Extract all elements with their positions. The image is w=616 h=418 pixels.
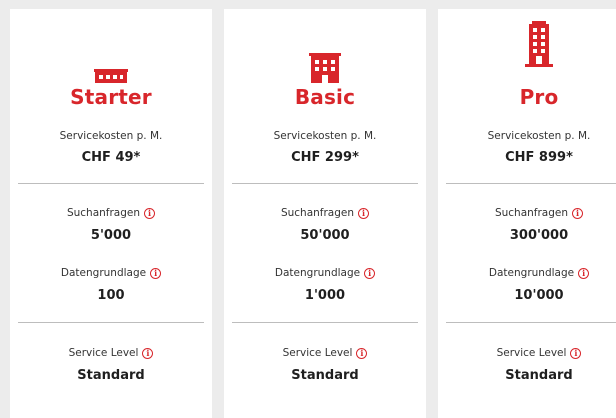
search-label: Suchanfragen i [224,207,426,219]
info-icon[interactable]: i [358,207,370,219]
data-label-text: Datengrundlage [274,267,361,279]
search-value: 50'000 [300,228,350,243]
service-label: Service Level i [10,347,212,359]
info-icon[interactable]: i [364,267,376,279]
plan-card-starter: Starter Servicekosten p. M. CHF 49* Such… [10,9,212,418]
search-label-text: Suchanfragen [280,207,355,219]
service-value: Standard [291,368,359,383]
info-icon[interactable]: i [572,207,584,219]
search-label-text: Suchanfragen [66,207,141,219]
cost-value: CHF 899* [505,150,573,165]
cost-label: Servicekosten p. M. [438,130,616,142]
tall-building-icon [438,21,616,67]
plan-name: Basic [294,85,356,109]
data-value: 10'000 [514,288,564,303]
service-label-text: Service Level [282,347,353,359]
cost-label-text: Servicekosten p. M. [273,130,377,142]
data-label-text: Datengrundlage [60,267,147,279]
data-label: Datengrundlage i [438,267,616,279]
info-icon[interactable]: i [144,207,156,219]
search-value: 300'000 [509,228,569,243]
service-label: Service Level i [438,347,616,359]
service-label-text: Service Level [68,347,139,359]
cost-label: Servicekosten p. M. [224,130,426,142]
medium-building-icon [224,43,426,83]
cost-label: Servicekosten p. M. [10,130,212,142]
search-label: Suchanfragen i [10,207,212,219]
plan-name: Pro [519,85,559,109]
plan-card-pro: Pro Servicekosten p. M. CHF 899* Suchanf… [438,9,616,418]
cost-value: CHF 49* [81,150,141,165]
divider [446,183,616,184]
info-icon[interactable]: i [578,267,590,279]
info-icon[interactable]: i [142,347,154,359]
search-value: 5'000 [90,228,132,243]
search-label-text: Suchanfragen [494,207,569,219]
service-label: Service Level i [224,347,426,359]
small-building-icon [10,43,212,83]
info-icon[interactable]: i [356,347,368,359]
service-label-text: Service Level [496,347,567,359]
service-value: Standard [77,368,145,383]
divider [18,183,204,184]
data-label: Datengrundlage i [10,267,212,279]
divider [232,322,418,323]
data-value: 100 [97,288,125,303]
divider [232,183,418,184]
plan-name: Starter [70,85,152,109]
data-label: Datengrundlage i [224,267,426,279]
cost-value: CHF 299* [291,150,359,165]
divider [446,322,616,323]
plan-card-basic: Basic Servicekosten p. M. CHF 299* Sucha… [224,9,426,418]
data-label-text: Datengrundlage [488,267,575,279]
info-icon[interactable]: i [570,347,582,359]
service-value: Standard [505,368,573,383]
divider [18,322,204,323]
cost-label-text: Servicekosten p. M. [59,130,163,142]
info-icon[interactable]: i [150,267,162,279]
data-value: 1'000 [304,288,346,303]
search-label: Suchanfragen i [438,207,616,219]
cost-label-text: Servicekosten p. M. [487,130,591,142]
